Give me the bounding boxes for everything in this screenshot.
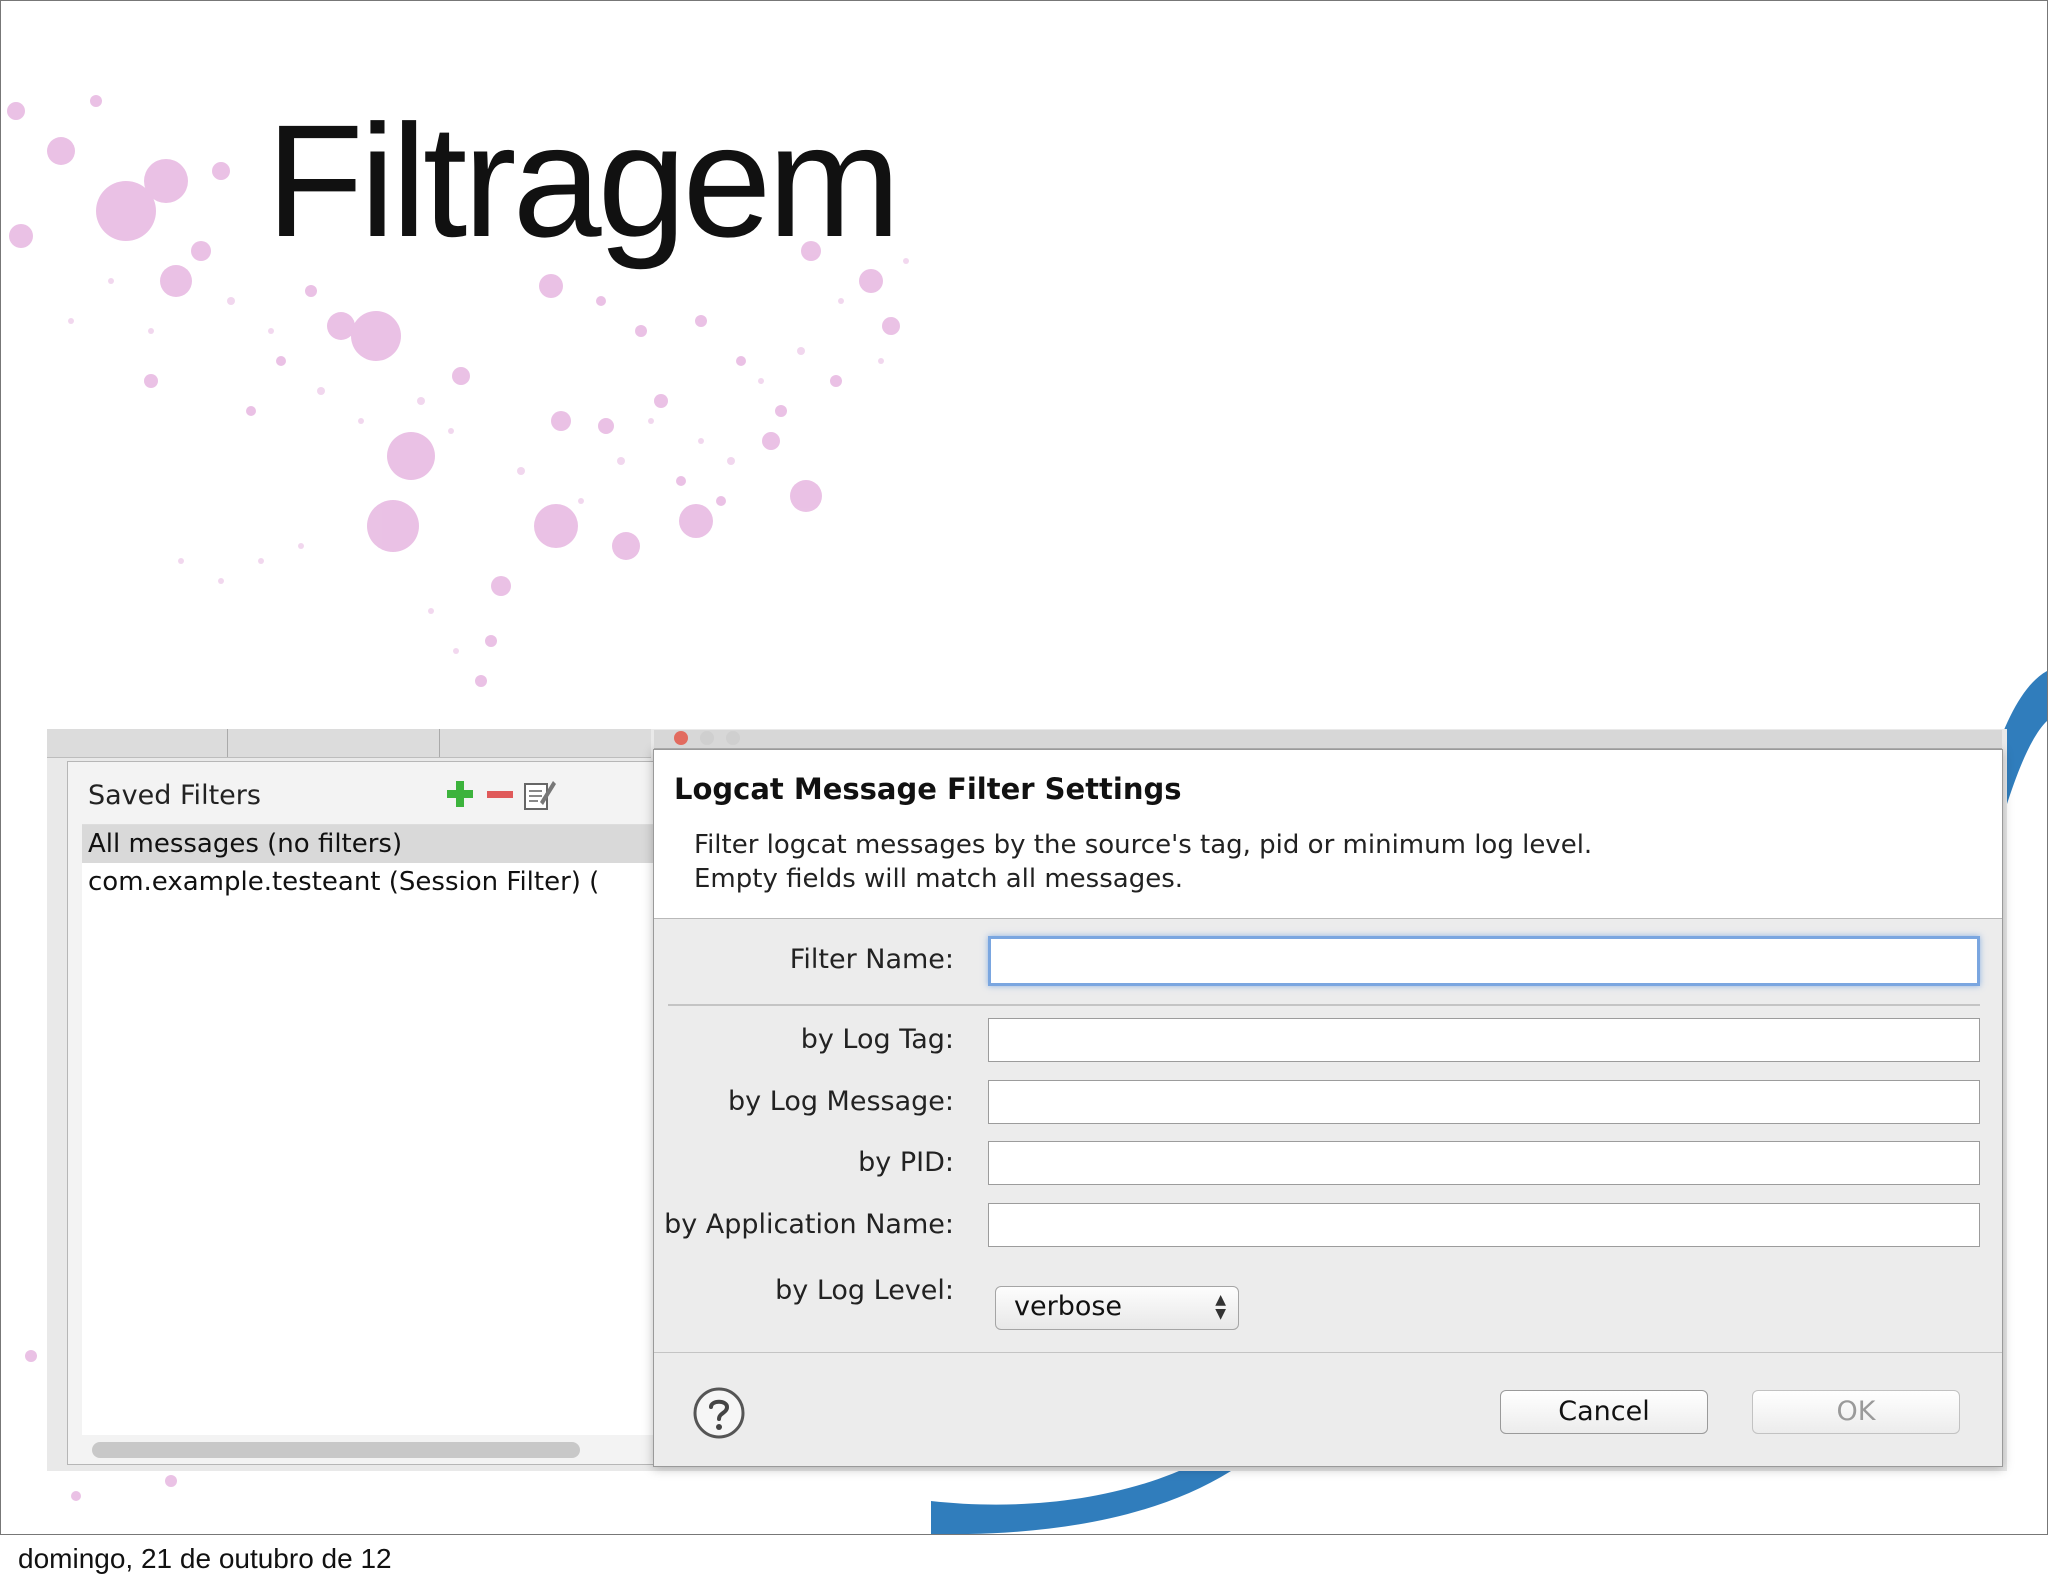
plus-icon (447, 781, 473, 807)
tab-separator (439, 729, 440, 757)
saved-filters-list: All messages (no filters) com.example.te… (82, 824, 654, 1435)
log-level-label: by Log Level: (775, 1275, 954, 1306)
description-line: Filter logcat messages by the source's t… (694, 830, 1593, 860)
updown-arrows-icon: ▲ ▼ (1215, 1292, 1226, 1322)
form-separator (668, 1004, 1980, 1006)
slide-title: Filtragem (266, 91, 901, 270)
log-tag-label: by Log Tag: (800, 1024, 954, 1055)
dialog-header: Logcat Message Filter Settings Filter lo… (654, 750, 2002, 919)
filter-list-item[interactable]: All messages (no filters) (82, 825, 654, 863)
footer-separator (654, 1352, 2002, 1353)
horizontal-scrollbar[interactable] (92, 1442, 580, 1458)
pid-label: by PID: (858, 1147, 954, 1178)
close-window-icon[interactable] (674, 731, 688, 745)
filter-name-label: Filter Name: (789, 944, 954, 975)
filter-name-input[interactable] (988, 936, 1980, 986)
dialog-description: Filter logcat messages by the source's t… (694, 828, 1592, 896)
slide: Filtragem Saved Filters All messages (no… (0, 0, 2048, 1535)
zoom-window-icon[interactable] (726, 731, 740, 745)
log-tag-input[interactable] (988, 1018, 1980, 1062)
dialog-title: Logcat Message Filter Settings (674, 772, 1182, 806)
application-name-label: by Application Name: (664, 1209, 954, 1240)
edit-icon (524, 781, 556, 810)
pid-input[interactable] (988, 1141, 1980, 1185)
log-message-label: by Log Message: (728, 1086, 954, 1117)
screenshot: Saved Filters All messages (no filters) … (47, 729, 2007, 1471)
filter-list-item[interactable]: com.example.testeant (Session Filter) ( (82, 863, 654, 901)
minus-icon (487, 791, 513, 798)
log-level-select[interactable]: verbose ▲ ▼ (995, 1286, 1239, 1330)
ok-button[interactable]: OK (1752, 1390, 1960, 1434)
help-button[interactable] (692, 1386, 746, 1440)
log-level-value: verbose (1014, 1291, 1123, 1322)
filter-settings-dialog: Logcat Message Filter Settings Filter lo… (653, 730, 2003, 1467)
help-icon (693, 1387, 745, 1439)
minimize-window-icon[interactable] (700, 731, 714, 745)
saved-filters-title: Saved Filters (88, 780, 261, 811)
add-filter-button[interactable] (440, 774, 480, 814)
edit-filter-button[interactable] (520, 774, 560, 814)
slide-footer: domingo, 21 de outubro de 12 (18, 1543, 392, 1574)
application-name-input[interactable] (988, 1203, 1980, 1247)
description-line: Empty fields will match all messages. (694, 864, 1184, 894)
tab-separator (227, 729, 228, 757)
log-message-input[interactable] (988, 1080, 1980, 1124)
cancel-button[interactable]: Cancel (1500, 1390, 1708, 1434)
dialog-titlebar (654, 730, 2002, 749)
tab-strip (47, 729, 651, 758)
saved-filters-panel: Saved Filters All messages (no filters) … (67, 761, 681, 1465)
remove-filter-button[interactable] (480, 774, 520, 814)
